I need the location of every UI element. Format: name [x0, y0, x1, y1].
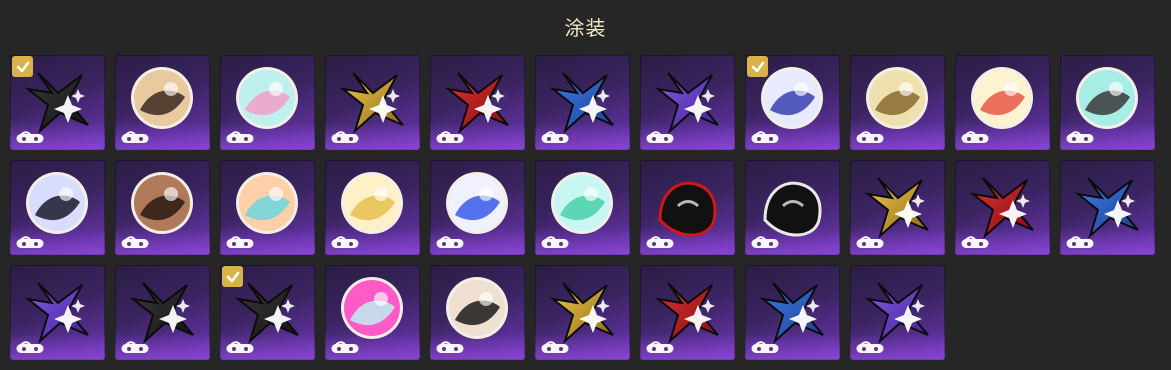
skin-type-icon	[751, 131, 779, 143]
skin-tile-23[interactable]	[10, 265, 105, 360]
skin-type-icon	[121, 131, 149, 143]
skin-type-icon	[646, 341, 674, 353]
skin-tile-8[interactable]	[745, 55, 840, 150]
skin-type-icon	[16, 131, 44, 143]
skin-tile-4[interactable]	[325, 55, 420, 150]
skin-tile-28[interactable]	[535, 265, 630, 360]
skin-tile-15[interactable]	[325, 160, 420, 255]
skin-tile-14[interactable]	[220, 160, 315, 255]
skin-tile-21[interactable]	[955, 160, 1050, 255]
skin-type-icon	[541, 236, 569, 248]
skin-type-icon	[751, 341, 779, 353]
skin-type-icon	[1066, 131, 1094, 143]
skin-tile-10[interactable]	[955, 55, 1050, 150]
skin-tile-3[interactable]	[220, 55, 315, 150]
skin-type-icon	[226, 131, 254, 143]
skin-type-icon	[16, 236, 44, 248]
skin-type-icon	[226, 236, 254, 248]
skin-type-icon	[436, 131, 464, 143]
selected-check-icon	[12, 56, 33, 77]
skin-tile-2[interactable]	[115, 55, 210, 150]
selected-check-icon	[747, 56, 768, 77]
skin-type-icon	[961, 236, 989, 248]
skin-type-icon	[541, 341, 569, 353]
skin-tile-17[interactable]	[535, 160, 630, 255]
skin-tile-16[interactable]	[430, 160, 525, 255]
skin-tile-31[interactable]	[850, 265, 945, 360]
skin-type-icon	[226, 341, 254, 353]
selected-check-icon	[222, 266, 243, 287]
skin-tile-30[interactable]	[745, 265, 840, 360]
skin-type-icon	[541, 131, 569, 143]
skin-type-icon	[436, 236, 464, 248]
skin-type-icon	[856, 236, 884, 248]
skin-tile-18[interactable]	[640, 160, 735, 255]
skin-type-icon	[121, 236, 149, 248]
skin-tile-11[interactable]	[1060, 55, 1155, 150]
skin-tile-27[interactable]	[430, 265, 525, 360]
skin-tile-24[interactable]	[115, 265, 210, 360]
skin-type-icon	[646, 236, 674, 248]
skin-type-icon	[856, 341, 884, 353]
page-title: 涂装	[564, 16, 607, 40]
skin-tile-1[interactable]	[10, 55, 105, 150]
skin-type-icon	[331, 236, 359, 248]
skin-type-icon	[646, 131, 674, 143]
skin-tile-25[interactable]	[220, 265, 315, 360]
skin-tile-12[interactable]	[10, 160, 105, 255]
skin-type-icon	[856, 131, 884, 143]
skin-type-icon	[1066, 236, 1094, 248]
skin-tile-5[interactable]	[430, 55, 525, 150]
skin-type-icon	[751, 236, 779, 248]
skin-tile-9[interactable]	[850, 55, 945, 150]
skin-tile-22[interactable]	[1060, 160, 1155, 255]
skin-tile-29[interactable]	[640, 265, 735, 360]
skin-type-icon	[436, 341, 464, 353]
skin-type-icon	[961, 131, 989, 143]
skin-type-icon	[121, 341, 149, 353]
skin-type-icon	[16, 341, 44, 353]
skin-tile-6[interactable]	[535, 55, 630, 150]
skin-tile-13[interactable]	[115, 160, 210, 255]
skin-type-icon	[331, 341, 359, 353]
skin-tile-19[interactable]	[745, 160, 840, 255]
skin-grid	[10, 55, 1155, 360]
skin-type-icon	[331, 131, 359, 143]
skin-tile-26[interactable]	[325, 265, 420, 360]
skin-tile-7[interactable]	[640, 55, 735, 150]
skin-tile-20[interactable]	[850, 160, 945, 255]
